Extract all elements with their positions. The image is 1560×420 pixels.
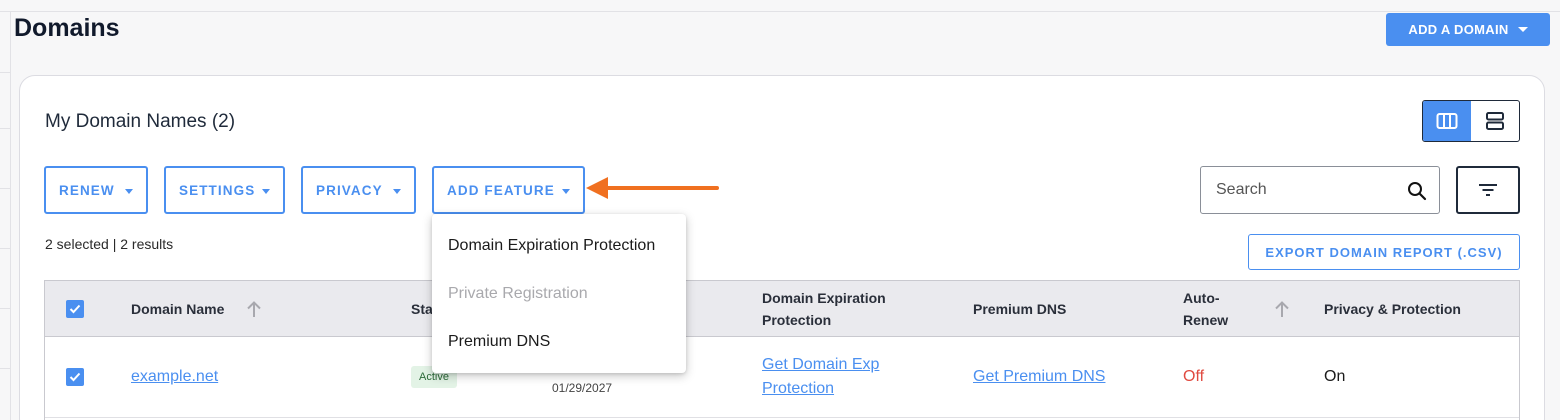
table-header: Domain Name Sta Domain Expiration Protec… bbox=[45, 281, 1519, 337]
col-privacy-protection: Privacy & Protection bbox=[1324, 301, 1461, 317]
table-row: example.net Active 01/29/2027 Get Domain… bbox=[45, 338, 1519, 418]
caret-down-icon bbox=[125, 189, 133, 194]
caret-down-icon bbox=[562, 189, 570, 194]
col-expiration-protection-line1: Domain Expiration bbox=[762, 290, 886, 306]
row-checkbox[interactable] bbox=[66, 368, 84, 386]
domains-table: Domain Name Sta Domain Expiration Protec… bbox=[44, 280, 1520, 420]
col-domain-name[interactable]: Domain Name bbox=[131, 298, 224, 320]
search-input[interactable] bbox=[1202, 168, 1402, 212]
view-toggle bbox=[1422, 100, 1520, 142]
expiry-date: 01/29/2027 bbox=[552, 381, 613, 395]
select-all-checkbox[interactable] bbox=[66, 300, 84, 318]
checkmark-icon bbox=[69, 304, 81, 314]
col-status[interactable]: Sta bbox=[411, 298, 433, 320]
add-domain-label: ADD A DOMAIN bbox=[1408, 22, 1509, 37]
col-expiration-protection: Domain Expiration Protection bbox=[762, 287, 886, 331]
page-title: Domains bbox=[14, 14, 120, 42]
renew-button[interactable]: RENEW bbox=[44, 166, 148, 214]
col-auto-renew-line1: Auto- bbox=[1183, 290, 1220, 306]
caret-down-icon bbox=[262, 189, 270, 194]
settings-button[interactable]: SETTINGS bbox=[164, 166, 285, 214]
get-premium-dns-link[interactable]: Get Premium DNS bbox=[973, 365, 1105, 389]
left-rail bbox=[0, 12, 11, 420]
menu-item-premium-dns[interactable]: Premium DNS bbox=[448, 333, 550, 351]
col-auto-renew-line2: Renew bbox=[1183, 312, 1229, 328]
rows-icon bbox=[1486, 112, 1504, 130]
menu-item-private-registration: Private Registration bbox=[448, 285, 588, 302]
col-expiration-protection-line2: Protection bbox=[762, 312, 832, 328]
sort-arrow-icon[interactable] bbox=[1274, 300, 1290, 318]
caret-down-icon bbox=[1517, 27, 1528, 32]
search-box bbox=[1200, 166, 1440, 214]
add-feature-menu: Domain Expiration Protection Private Reg… bbox=[432, 214, 686, 373]
selection-info: 2 selected | 2 results bbox=[45, 236, 174, 252]
domain-link[interactable]: example.net bbox=[131, 365, 218, 389]
columns-icon bbox=[1436, 113, 1458, 129]
add-feature-button[interactable]: ADD FEATURE bbox=[432, 166, 585, 214]
filter-button[interactable] bbox=[1456, 166, 1520, 214]
row-view-button[interactable] bbox=[1471, 101, 1519, 141]
card-title: My Domain Names (2) bbox=[45, 111, 236, 132]
privacy-value: On bbox=[1324, 368, 1346, 385]
settings-label: SETTINGS bbox=[179, 182, 256, 198]
filter-icon bbox=[1479, 184, 1497, 196]
search-icon[interactable] bbox=[1407, 181, 1427, 201]
add-domain-button[interactable]: ADD A DOMAIN bbox=[1386, 13, 1550, 46]
checkmark-icon bbox=[69, 372, 81, 382]
privacy-button[interactable]: PRIVACY bbox=[301, 166, 416, 214]
expiration-link-line2: Protection bbox=[762, 380, 835, 397]
sort-arrow-icon[interactable] bbox=[246, 300, 262, 318]
menu-item-domain-expiration-protection[interactable]: Domain Expiration Protection bbox=[448, 237, 655, 255]
privacy-label: PRIVACY bbox=[316, 182, 383, 198]
export-report-button[interactable]: EXPORT DOMAIN REPORT (.CSV) bbox=[1248, 234, 1520, 270]
export-report-label: EXPORT DOMAIN REPORT (.CSV) bbox=[1265, 244, 1503, 260]
col-premium-dns: Premium DNS bbox=[973, 301, 1067, 317]
annotation-arrow-icon bbox=[586, 177, 719, 199]
expiration-link-line1: Get Domain Exp bbox=[762, 356, 880, 373]
get-expiration-protection-link[interactable]: Get Domain Exp Protection bbox=[762, 353, 879, 401]
auto-renew-value[interactable]: Off bbox=[1183, 365, 1204, 389]
caret-down-icon bbox=[393, 189, 401, 194]
column-view-button[interactable] bbox=[1423, 101, 1471, 141]
top-divider bbox=[0, 11, 1560, 12]
add-feature-label: ADD FEATURE bbox=[447, 182, 555, 198]
col-auto-renew[interactable]: Auto- Renew bbox=[1183, 287, 1228, 331]
renew-label: RENEW bbox=[59, 182, 115, 198]
